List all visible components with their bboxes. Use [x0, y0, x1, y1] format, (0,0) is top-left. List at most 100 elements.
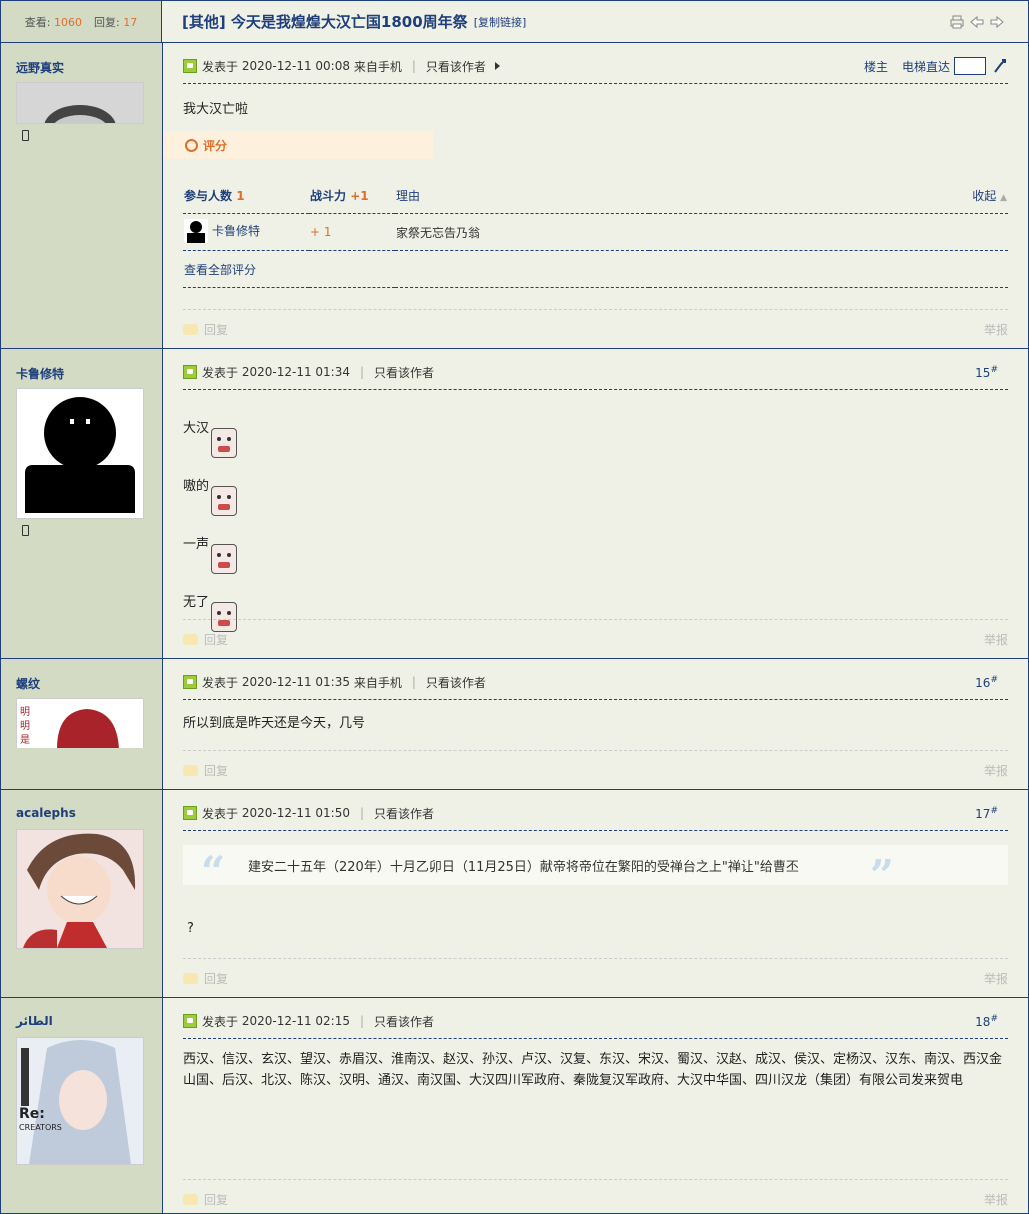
post-meta: 发表于 2020-12-11 01:50 | 只看该作者 17#: [183, 796, 1008, 831]
rater-name[interactable]: 卡鲁修特: [212, 222, 260, 239]
svg-text:明: 明: [20, 720, 30, 732]
views-label: 查看:: [24, 15, 51, 29]
floor-number[interactable]: 18#: [975, 1014, 998, 1029]
report-button[interactable]: 举报: [984, 321, 1008, 338]
avatar-image: [17, 830, 143, 948]
post-content: 大汉 嗷的 一声 无了: [183, 400, 1008, 632]
post-content: 我大汉亡啦: [183, 102, 249, 117]
post-time: 2020-12-11 02:15: [241, 1014, 350, 1028]
floor-number[interactable]: 15#: [975, 365, 998, 380]
post-footer: 回复 举报: [183, 619, 1008, 658]
author-name[interactable]: acalephs: [16, 806, 162, 826]
author-name[interactable]: 螺纹: [16, 675, 162, 695]
collapse-icon[interactable]: ▲: [1000, 193, 1007, 203]
rating-collapse[interactable]: 收起: [972, 189, 996, 203]
arrow-right-icon[interactable]: [492, 61, 502, 71]
reply-icon: [183, 323, 198, 335]
rating-title[interactable]: 评分: [163, 131, 455, 159]
rating-col-people: 参与人数: [184, 188, 233, 203]
rating-header: 参与人数 1 战斗力 +1 理由 收起 ▲: [183, 177, 1008, 214]
avatar[interactable]: 明明是: [16, 698, 144, 748]
report-button[interactable]: 举报: [984, 1191, 1008, 1208]
emoticon: [211, 428, 238, 458]
quote-text: 建安二十五年（220年）十月乙卯日（11月25日）献帝将帝位在繁阳的受禅台之上"…: [248, 859, 799, 875]
rating-people: 1: [236, 188, 245, 203]
posted-prefix: 发表于: [202, 59, 239, 74]
only-author-link[interactable]: 只看该作者: [426, 58, 486, 75]
svg-text:明: 明: [20, 706, 30, 718]
quote-close-icon: ”: [869, 851, 894, 900]
avatar[interactable]: [16, 82, 144, 124]
author-sidebar: acalephs: [1, 790, 163, 997]
post-time: 2020-12-11 01:34: [241, 365, 350, 379]
avatar[interactable]: Re: CREATORS: [16, 1037, 144, 1165]
rating-table: 参与人数 1 战斗力 +1 理由 收起 ▲ 卡鲁修特 + 1 家祭无忘告乃翁 查…: [183, 177, 1008, 288]
only-author-link[interactable]: 只看该作者: [374, 364, 434, 381]
author-name[interactable]: 卡鲁修特: [16, 365, 162, 385]
reply-button[interactable]: 回复: [183, 631, 228, 648]
post-footer: 回复 举报: [183, 958, 1008, 997]
thread-title[interactable]: [其他] 今天是我煌煌大汉亡国1800周年祭: [182, 11, 468, 32]
only-author-link[interactable]: 只看该作者: [374, 1013, 434, 1030]
author-name[interactable]: الطائر: [16, 1014, 162, 1034]
reply-button[interactable]: 回复: [183, 1191, 228, 1208]
rating-col-reason: 理由: [395, 177, 649, 214]
floor-number[interactable]: 17#: [975, 806, 998, 821]
post: acalephs 发表于 2020-12-11 01:50 | 只看该作者 17…: [1, 790, 1028, 998]
post-footer: 回复 举报: [183, 309, 1008, 348]
prev-icon[interactable]: [970, 15, 984, 29]
post-time: 2020-12-11 01:35: [241, 675, 350, 689]
svg-text:CREATORS: CREATORS: [19, 1123, 62, 1132]
post-icon: [183, 59, 197, 73]
post-content: 所以到底是昨天还是今天，几号: [183, 716, 366, 731]
author-sidebar: الطائر Re: CREATORS: [1, 998, 163, 1213]
post: 远野真实 发表于 2020-12-11 00:08 来自手机 | 只看该作者 楼…: [1, 43, 1028, 349]
thread-container: 查看: 1060 回复: 17 [其他] 今天是我煌煌大汉亡国1800周年祭 […: [0, 0, 1029, 1214]
report-button[interactable]: 举报: [984, 631, 1008, 648]
avatar-image: [17, 83, 143, 123]
reply-button[interactable]: 回复: [183, 321, 228, 338]
elevator-input[interactable]: [954, 57, 986, 75]
post-time: 2020-12-11 00:08: [241, 59, 350, 73]
rater-avatar[interactable]: [184, 218, 208, 243]
avatar[interactable]: [16, 829, 144, 949]
reply-icon: [183, 633, 198, 645]
avatar-image: Re:CREATORS: [17, 1038, 143, 1164]
copy-link[interactable]: [复制链接]: [474, 14, 527, 30]
print-icon[interactable]: [950, 15, 964, 29]
emoticon: [211, 544, 238, 574]
only-author-link[interactable]: 只看该作者: [374, 805, 434, 822]
post-footer: 回复 举报: [183, 1179, 1008, 1213]
author-name[interactable]: 远野真实: [16, 59, 162, 79]
reply-icon: [183, 972, 198, 984]
post-meta: 发表于 2020-12-11 01:35 来自手机 | 只看该作者 16#: [183, 665, 1008, 700]
post-content: ?: [187, 921, 194, 936]
from-mobile: 来自手机: [353, 59, 402, 74]
post-icon: [183, 365, 197, 379]
avatar-image: [17, 389, 143, 518]
emoticon: [211, 486, 238, 516]
owner-label: 楼主: [863, 59, 888, 74]
post-icon: [183, 675, 197, 689]
view-all-ratings[interactable]: 查看全部评分: [183, 250, 1008, 288]
avatar[interactable]: [16, 388, 144, 519]
jump-icon[interactable]: [992, 58, 1008, 74]
post-icon: [183, 1014, 197, 1028]
rating-row: 卡鲁修特 + 1 家祭无忘告乃翁: [183, 213, 1008, 251]
only-author-link[interactable]: 只看该作者: [426, 674, 486, 691]
svg-text:Re:: Re:: [19, 1106, 45, 1122]
report-button[interactable]: 举报: [984, 762, 1008, 779]
reply-button[interactable]: 回复: [183, 762, 228, 779]
post-meta: 发表于 2020-12-11 02:15 | 只看该作者 18#: [183, 1004, 1008, 1039]
reply-icon: [183, 1193, 198, 1205]
rating-power: +1: [350, 188, 369, 203]
floor-number[interactable]: 16#: [975, 675, 998, 690]
rating-reason: 家祭无忘告乃翁: [395, 213, 1008, 251]
reply-button[interactable]: 回复: [183, 970, 228, 987]
quote-open-icon: “: [201, 847, 226, 896]
next-icon[interactable]: [990, 15, 1004, 29]
quote-block: “ 建安二十五年（220年）十月乙卯日（11月25日）献帝将帝位在繁阳的受禅台之…: [183, 845, 1008, 900]
mobile-icon: [22, 525, 29, 536]
author-sidebar: 卡鲁修特: [1, 349, 163, 658]
report-button[interactable]: 举报: [984, 970, 1008, 987]
